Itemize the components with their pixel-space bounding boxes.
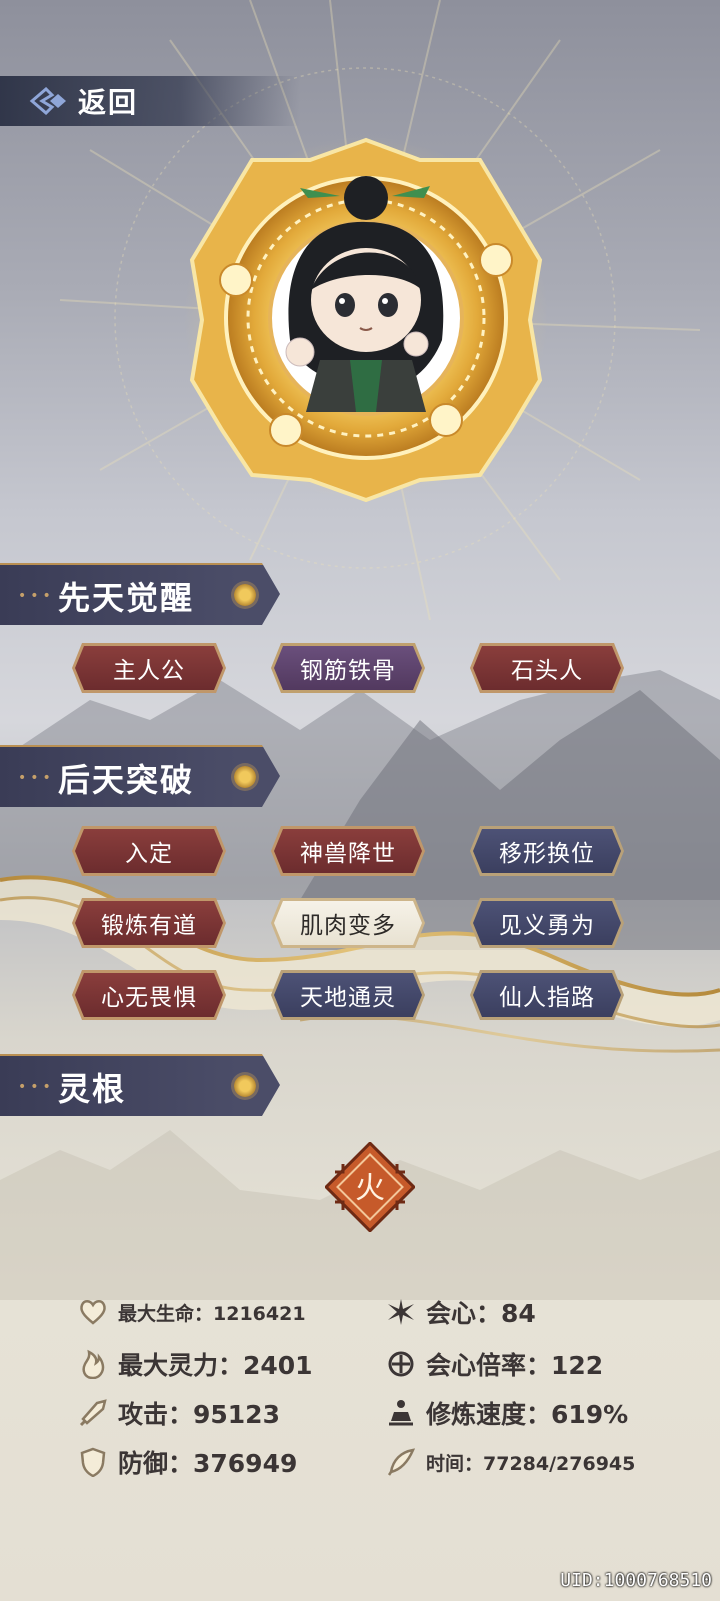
shield-icon: [78, 1447, 108, 1477]
section-title-innate: 先天觉醒: [58, 579, 195, 617]
back-label: 返回: [78, 86, 139, 119]
tag-innate-3[interactable]: 石头人: [470, 643, 624, 693]
back-diamond-icon: [18, 76, 78, 126]
gem-icon: [234, 766, 256, 788]
flame-icon: [78, 1349, 108, 1379]
heart-icon: [78, 1297, 108, 1327]
burst-icon: [386, 1297, 416, 1327]
gem-icon: [234, 584, 256, 606]
meditation-icon: [386, 1398, 416, 1428]
section-title-spirit-root: 灵根: [58, 1070, 127, 1108]
section-header-innate: ••• 先天觉醒: [0, 563, 280, 625]
spirit-root-char: 火: [355, 1171, 385, 1206]
section-header-spirit-root: ••• 灵根: [0, 1054, 280, 1116]
feather-icon: [386, 1447, 416, 1477]
stat-crit: 会心：84: [386, 1294, 536, 1330]
character-avatar-medallion: [184, 136, 548, 503]
section-title-acquired: 后天突破: [58, 761, 195, 799]
back-button[interactable]: 返回: [0, 76, 300, 126]
uid-label: UID:1000768510: [560, 1570, 712, 1591]
spirit-root-fire-emblem[interactable]: 火: [324, 1141, 416, 1233]
tag-acquired-3[interactable]: 移形换位: [470, 826, 624, 876]
tag-acquired-1[interactable]: 入定: [72, 826, 226, 876]
gem-icon: [234, 1075, 256, 1097]
ornament-dots: •••: [18, 770, 55, 786]
stat-defense: 防御：376949: [78, 1444, 297, 1480]
sword-icon: [78, 1398, 108, 1428]
tag-acquired-7[interactable]: 心无畏惧: [72, 970, 226, 1020]
tag-acquired-9[interactable]: 仙人指路: [470, 970, 624, 1020]
tag-acquired-5[interactable]: 肌肉变多: [271, 898, 425, 948]
stat-crit-rate: 会心倍率：122: [386, 1346, 603, 1382]
tag-acquired-8[interactable]: 天地通灵: [271, 970, 425, 1020]
stat-max-mana: 最大灵力：2401: [78, 1346, 313, 1382]
section-header-acquired: ••• 后天突破: [0, 745, 280, 807]
stat-time: 时间：77284/276945: [386, 1447, 635, 1477]
tag-acquired-4[interactable]: 锻炼有道: [72, 898, 226, 948]
ornament-dots: •••: [18, 588, 55, 604]
ornament-dots: •••: [18, 1079, 55, 1095]
tag-innate-2[interactable]: 钢筋铁骨: [271, 643, 425, 693]
crit-rate-icon: [386, 1349, 416, 1379]
stat-attack: 攻击：95123: [78, 1395, 280, 1431]
tag-innate-1[interactable]: 主人公: [72, 643, 226, 693]
stat-max-hp: 最大生命：1216421: [78, 1297, 306, 1327]
stat-cultivation-speed: 修炼速度：619%: [386, 1395, 628, 1431]
tag-acquired-6[interactable]: 见义勇为: [470, 898, 624, 948]
tag-acquired-2[interactable]: 神兽降世: [271, 826, 425, 876]
